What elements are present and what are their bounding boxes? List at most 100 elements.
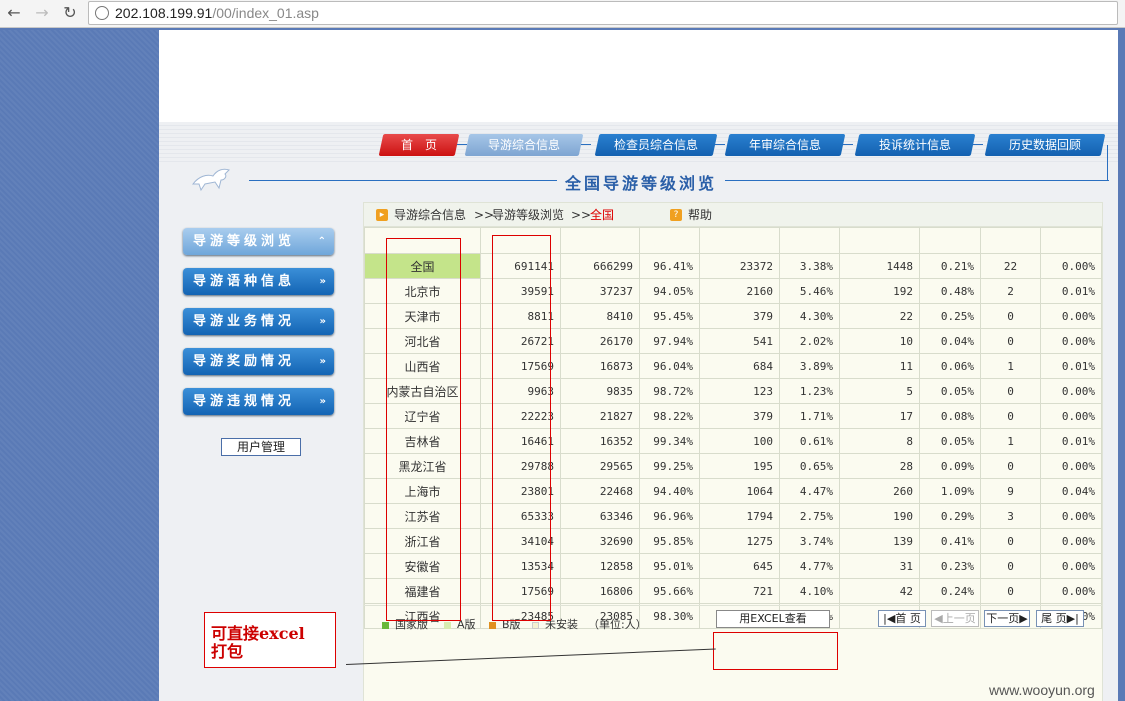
table-header-cell (639, 227, 700, 254)
table-cell: 0.00% (1040, 328, 1102, 354)
table-cell: 42 (839, 578, 920, 604)
table-cell: 1.71% (779, 403, 840, 429)
table-cell: 0.00% (1040, 578, 1102, 604)
table-cell: 9 (980, 478, 1041, 504)
table-row: 山西省 17569 16873 96.04% 684 3.89% 11 0.06% 1 0.01% (364, 353, 1102, 379)
table-footer: 国家版 A版 B版 未安装 （单位:人） 用EXCEL查看 |◀首 页 ◀上一页… (364, 605, 1102, 635)
forward-icon[interactable]: → (32, 3, 52, 23)
table-cell: 0.24% (919, 578, 981, 604)
first-page-button[interactable]: |◀首 页 (878, 610, 926, 627)
table-row: 北京市 39591 37237 94.05% 2160 5.46% 192 0.48% 2 0.0… (364, 278, 1102, 304)
tab-inspector-info-label: 检查员综合信息 (613, 138, 698, 152)
table-cell: 0 (980, 553, 1041, 579)
table-cell: 95.66% (639, 578, 700, 604)
sidebar-item-guide-language[interactable]: 导游语种信息 » (183, 268, 334, 295)
next-page-button[interactable]: 下一页▶ (984, 610, 1030, 627)
sidebar-item-label: 导游违规情况 (193, 394, 296, 409)
table-cell: 26170 (560, 328, 640, 354)
table-cell: 0.06% (919, 353, 981, 379)
globe-icon (95, 6, 109, 20)
url-host: 202.108.199.91 (115, 5, 213, 21)
table-cell: 190 (839, 503, 920, 529)
breadcrumb-item[interactable]: 导游等级浏览 (492, 203, 564, 227)
table-cell: 3.89% (779, 353, 840, 379)
table-cell: 0 (980, 453, 1041, 479)
annotation-line: 可直接excel (211, 624, 305, 643)
table-header-cell (779, 227, 840, 254)
tab-home[interactable]: 首 页 (378, 134, 460, 156)
table-cell: 23372 (699, 253, 780, 279)
reload-icon[interactable]: ↻ (60, 3, 80, 23)
table-cell: 21827 (560, 403, 640, 429)
table-cell: 0 (980, 328, 1041, 354)
sidebar-item-guide-level[interactable]: 导游等级浏览 ⌃ (183, 228, 334, 255)
export-excel-button[interactable]: 用EXCEL查看 (716, 610, 830, 628)
table-cell: 37237 (560, 278, 640, 304)
sidebar-item-guide-violations[interactable]: 导游违规情况 » (183, 388, 334, 415)
table-cell: 1.23% (779, 378, 840, 404)
table-cell: 17 (839, 403, 920, 429)
sidebar-item-guide-business[interactable]: 导游业务情况 » (183, 308, 334, 335)
table-cell: 3 (980, 503, 1041, 529)
table-cell: 0.48% (919, 278, 981, 304)
table-cell: 5.46% (779, 278, 840, 304)
last-page-button[interactable]: 尾 页▶| (1036, 610, 1084, 627)
tab-guide-info-label: 导游综合信息 (487, 138, 560, 152)
table-cell: 100 (699, 428, 780, 454)
table-cell: 0 (980, 578, 1041, 604)
tab-connector (843, 144, 853, 145)
table-cell: 3.38% (779, 253, 840, 279)
table-header-cell (980, 227, 1041, 254)
table-cell: 9835 (560, 378, 640, 404)
breadcrumb-item[interactable]: 导游综合信息 (394, 203, 466, 227)
header-blank (159, 30, 1118, 122)
table-cell: 1 (980, 353, 1041, 379)
help-link[interactable]: 帮助 (688, 203, 712, 227)
table-cell: 0.01% (1040, 428, 1102, 454)
url-path: /00/index_01.asp (212, 5, 319, 21)
tab-inspector-info[interactable]: 检查员综合信息 (594, 134, 718, 156)
table-cell: 0.08% (919, 403, 981, 429)
table-cell: 379 (699, 403, 780, 429)
back-icon[interactable]: ← (4, 3, 24, 23)
table-cell: 10 (839, 328, 920, 354)
legend-swatch (382, 621, 389, 629)
banner-frame-line (1107, 145, 1108, 180)
expand-icon: » (319, 396, 326, 407)
table-cell: 98.22% (639, 403, 700, 429)
page-title: 全国导游等级浏览 (557, 170, 726, 194)
tab-complaint-stats[interactable]: 投诉统计信息 (854, 134, 976, 156)
address-bar[interactable]: 202.108.199.91/00/index_01.asp (88, 1, 1118, 25)
arrow-right-icon: ▸ (376, 209, 388, 221)
table-cell: 4.77% (779, 553, 840, 579)
table-cell: 96.04% (639, 353, 700, 379)
guide-level-table: 全国 691141 666299 96.41% 23372 3.38% 1448 0.21% 2… (364, 227, 1102, 629)
table-cell: 1794 (699, 503, 780, 529)
legend-swatch (444, 621, 451, 629)
table-row: 黑龙江省 29788 29565 99.25% 195 0.65% 28 0.09% 0 0.00… (364, 453, 1102, 479)
user-management-button[interactable]: 用户管理 (221, 438, 301, 456)
prev-page-label: 上一页 (942, 612, 976, 625)
table-cell: 22468 (560, 478, 640, 504)
tab-guide-info[interactable]: 导游综合信息 (464, 134, 584, 156)
table-cell: 99.34% (639, 428, 700, 454)
prev-page-button[interactable]: ◀上一页 (931, 610, 979, 627)
table-cell: 0 (980, 303, 1041, 329)
table-cell: 29565 (560, 453, 640, 479)
tab-annual-review[interactable]: 年审综合信息 (724, 134, 846, 156)
main-content: ▸ 导游综合信息 >> 导游等级浏览 >> 全国 ? 帮助 全国 691141 … (363, 202, 1103, 701)
tab-connector (715, 144, 725, 145)
table-cell: 0.04% (1040, 478, 1102, 504)
tab-home-label: 首 页 (400, 138, 437, 152)
table-cell: 28 (839, 453, 920, 479)
highlight-box-total (492, 235, 551, 621)
sidebar-item-guide-awards[interactable]: 导游奖励情况 » (183, 348, 334, 375)
table-cell: 0.25% (919, 303, 981, 329)
tab-history[interactable]: 历史数据回顾 (984, 134, 1106, 156)
table-row: 天津市 8811 8410 95.45% 379 4.30% 22 0.25% 0 0.00% (364, 303, 1102, 329)
table-cell: 0 (980, 403, 1041, 429)
annotation-line: 打包 (211, 642, 244, 661)
table-cell: 32690 (560, 528, 640, 554)
tab-complaint-stats-label: 投诉统计信息 (878, 138, 951, 152)
table-row: 河北省 26721 26170 97.94% 541 2.02% 10 0.04% 0 0.00% (364, 328, 1102, 354)
